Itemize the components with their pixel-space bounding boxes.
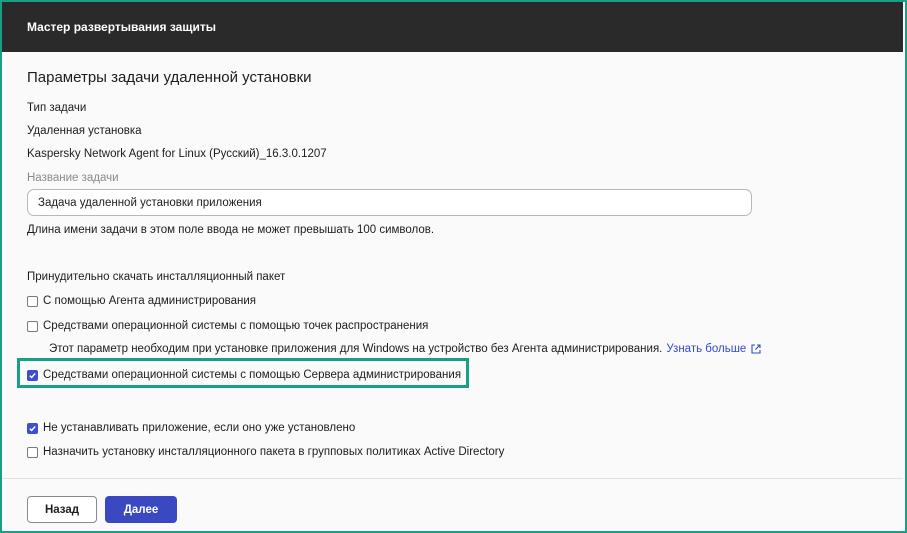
task-type-value: Удаленная установка xyxy=(27,125,142,137)
next-button[interactable]: Далее xyxy=(105,496,177,523)
page-heading: Параметры задачи удаленной установки xyxy=(27,69,312,86)
option-os-admin-server[interactable]: Средствами операционной системы с помощь… xyxy=(27,367,461,383)
learn-more-link[interactable]: Узнать больше xyxy=(666,343,761,355)
active-directory-checkbox[interactable] xyxy=(27,446,38,458)
external-link-icon xyxy=(751,344,761,354)
task-name-hint: Длина имени задачи в этом поле ввода не … xyxy=(27,224,435,236)
wizard-content: Параметры задачи удаленной установки Тип… xyxy=(2,52,903,478)
option-label: Средствами операционной системы с помощь… xyxy=(43,320,429,332)
option-label: Назначить установку инсталляционного пак… xyxy=(43,446,505,458)
back-button[interactable]: Назад xyxy=(27,496,97,523)
option-label: С помощью Агента администрирования xyxy=(43,295,257,307)
task-name-label: Название задачи xyxy=(27,172,119,184)
option-label: Средствами операционной системы с помощь… xyxy=(43,369,462,381)
force-download-label: Принудительно скачать инсталляционный па… xyxy=(27,271,286,283)
wizard-footer: Назад Далее xyxy=(2,478,903,529)
option-active-directory[interactable]: Назначить установку инсталляционного пак… xyxy=(27,444,504,460)
distribution-note-row: Этот параметр необходим при установке пр… xyxy=(49,343,761,355)
option-os-distribution-points[interactable]: Средствами операционной системы с помощь… xyxy=(27,318,428,334)
option-label: Не устанавливать приложение, если оно уж… xyxy=(43,422,356,434)
os-admin-server-checkbox[interactable] xyxy=(27,369,38,381)
check-icon xyxy=(29,425,36,432)
installation-package-name: Kaspersky Network Agent for Linux (Русск… xyxy=(27,148,327,160)
network-agent-checkbox[interactable] xyxy=(27,295,38,307)
os-distribution-points-checkbox[interactable] xyxy=(27,320,38,332)
learn-more-label: Узнать больше xyxy=(666,343,747,355)
task-type-label: Тип задачи xyxy=(27,102,87,114)
window-title: Мастер развертывания защиты xyxy=(2,2,903,52)
distribution-note: Этот параметр необходим при установке пр… xyxy=(49,343,663,355)
option-network-agent[interactable]: С помощью Агента администрирования xyxy=(27,293,256,309)
option-skip-if-installed[interactable]: Не устанавливать приложение, если оно уж… xyxy=(27,420,355,436)
task-name-input[interactable] xyxy=(27,189,752,216)
check-icon xyxy=(29,372,36,379)
skip-if-installed-checkbox[interactable] xyxy=(27,422,38,434)
